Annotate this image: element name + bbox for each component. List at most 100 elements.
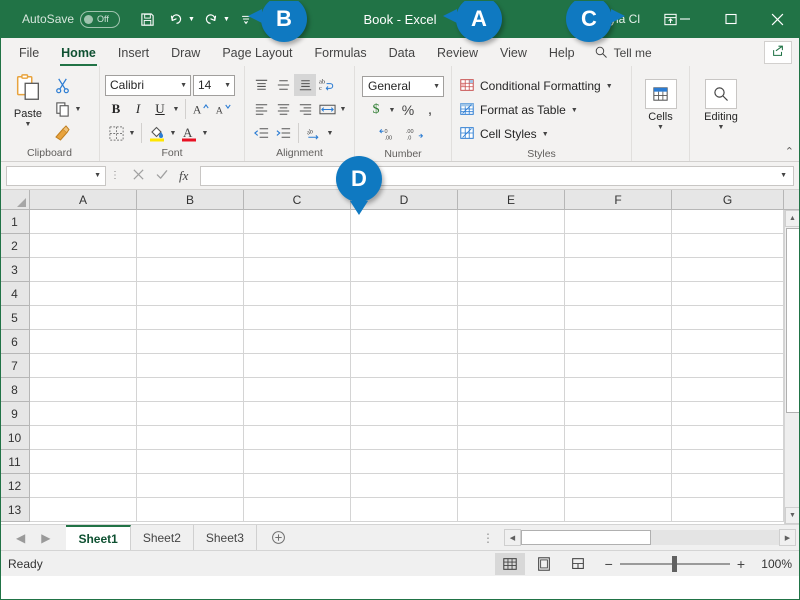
row-header-3[interactable]: 3 <box>0 258 30 282</box>
tab-view[interactable]: View <box>489 40 538 66</box>
sheet-tab-sheet3[interactable]: Sheet3 <box>194 525 257 550</box>
column-header-e[interactable]: E <box>458 190 565 210</box>
cell-c10[interactable] <box>244 426 351 450</box>
cell-d10[interactable] <box>351 426 458 450</box>
number-format-select[interactable]: General ▼ <box>362 75 444 97</box>
bottom-align-icon[interactable] <box>294 74 316 96</box>
cell-b13[interactable] <box>137 498 244 522</box>
cell-b5[interactable] <box>137 306 244 330</box>
close-icon[interactable] <box>754 0 800 38</box>
enter-formula-icon[interactable] <box>155 168 169 184</box>
zoom-slider[interactable] <box>619 555 730 572</box>
cell-a7[interactable] <box>30 354 137 378</box>
undo-icon[interactable] <box>163 6 189 32</box>
cell-g3[interactable] <box>672 258 784 282</box>
cell-a1[interactable] <box>30 210 137 234</box>
cell-b2[interactable] <box>137 234 244 258</box>
page-layout-view-icon[interactable] <box>529 553 559 575</box>
comma-style-button[interactable]: , <box>419 99 441 121</box>
conditional-formatting-button[interactable]: Conditional Formatting ▼ <box>457 74 613 98</box>
cell-c12[interactable] <box>244 474 351 498</box>
maximize-icon[interactable] <box>708 0 754 38</box>
row-header-10[interactable]: 10 <box>0 426 30 450</box>
cell-a12[interactable] <box>30 474 137 498</box>
align-left-icon[interactable] <box>250 98 272 120</box>
redo-icon[interactable] <box>198 6 224 32</box>
editing-button[interactable]: Editing ▼ <box>698 76 744 131</box>
conditional-formatting-dropdown-icon[interactable]: ▼ <box>606 83 613 90</box>
cell-a2[interactable] <box>30 234 137 258</box>
tab-page-layout[interactable]: Page Layout <box>211 40 303 66</box>
row-header-6[interactable]: 6 <box>0 330 30 354</box>
horizontal-scrollbar[interactable]: ◀ ▶ <box>504 525 800 550</box>
cell-c1[interactable] <box>244 210 351 234</box>
paste-dropdown-icon[interactable]: ▼ <box>25 121 32 128</box>
save-icon[interactable] <box>134 6 160 32</box>
sheet-tab-sheet1[interactable]: Sheet1 <box>66 525 131 550</box>
cell-e1[interactable] <box>458 210 565 234</box>
row-header-8[interactable]: 8 <box>0 378 30 402</box>
name-box-dropdown-icon[interactable]: ▼ <box>94 172 101 179</box>
cell-d8[interactable] <box>351 378 458 402</box>
cell-styles-button[interactable]: Cell Styles ▼ <box>457 122 549 146</box>
cell-c2[interactable] <box>244 234 351 258</box>
cell-a10[interactable] <box>30 426 137 450</box>
cell-a9[interactable] <box>30 402 137 426</box>
cell-g1[interactable] <box>672 210 784 234</box>
row-header-2[interactable]: 2 <box>0 234 30 258</box>
cell-a8[interactable] <box>30 378 137 402</box>
cell-b1[interactable] <box>137 210 244 234</box>
tab-draw[interactable]: Draw <box>160 40 211 66</box>
wrap-text-icon[interactable]: ab c <box>316 74 338 96</box>
cell-d4[interactable] <box>351 282 458 306</box>
cell-g12[interactable] <box>672 474 784 498</box>
decrease-decimal-icon[interactable]: .00.0 <box>403 123 429 145</box>
orientation-dropdown-icon[interactable]: ▼ <box>325 130 335 137</box>
underline-button[interactable]: U <box>149 98 171 120</box>
align-right-icon[interactable] <box>294 98 316 120</box>
autosave-toggle[interactable]: AutoSave Off <box>22 10 121 28</box>
insert-function-icon[interactable]: fx <box>179 168 188 184</box>
cell-d3[interactable] <box>351 258 458 282</box>
middle-align-icon[interactable] <box>272 74 294 96</box>
fill-color-dropdown-icon[interactable]: ▼ <box>168 130 178 137</box>
zoom-level-label[interactable]: 100% <box>752 557 792 571</box>
formula-bar-splitter[interactable]: ⋮ <box>110 170 120 181</box>
cell-e8[interactable] <box>458 378 565 402</box>
cell-a5[interactable] <box>30 306 137 330</box>
cell-c6[interactable] <box>244 330 351 354</box>
normal-view-icon[interactable] <box>494 552 525 575</box>
cell-d12[interactable] <box>351 474 458 498</box>
next-sheet-icon[interactable]: ▶ <box>41 531 50 545</box>
increase-indent-icon[interactable] <box>272 122 294 144</box>
cell-d5[interactable] <box>351 306 458 330</box>
add-sheet-button[interactable] <box>257 525 300 550</box>
scroll-down-icon[interactable]: ▼ <box>784 507 800 524</box>
horizontal-scroll-track[interactable] <box>651 530 779 545</box>
italic-button[interactable]: I <box>127 98 149 120</box>
font-color-icon[interactable]: A <box>178 122 200 144</box>
tab-file[interactable]: File <box>8 40 50 66</box>
copy-icon[interactable] <box>51 98 73 120</box>
column-header-a[interactable]: A <box>30 190 137 210</box>
tell-me-box[interactable]: Tell me <box>586 40 660 66</box>
cell-c8[interactable] <box>244 378 351 402</box>
cell-f10[interactable] <box>565 426 672 450</box>
cell-c5[interactable] <box>244 306 351 330</box>
cell-c9[interactable] <box>244 402 351 426</box>
previous-sheet-icon[interactable]: ◀ <box>16 531 25 545</box>
cancel-formula-icon[interactable] <box>132 168 145 184</box>
tab-home[interactable]: Home <box>50 40 107 66</box>
tab-formulas[interactable]: Formulas <box>304 40 378 66</box>
cell-e12[interactable] <box>458 474 565 498</box>
cell-f2[interactable] <box>565 234 672 258</box>
cell-g8[interactable] <box>672 378 784 402</box>
zoom-out-button[interactable]: − <box>605 556 613 572</box>
row-header-7[interactable]: 7 <box>0 354 30 378</box>
tab-data[interactable]: Data <box>378 40 426 66</box>
cell-a6[interactable] <box>30 330 137 354</box>
share-button[interactable] <box>764 41 792 64</box>
row-header-11[interactable]: 11 <box>0 450 30 474</box>
cell-a13[interactable] <box>30 498 137 522</box>
cell-f1[interactable] <box>565 210 672 234</box>
